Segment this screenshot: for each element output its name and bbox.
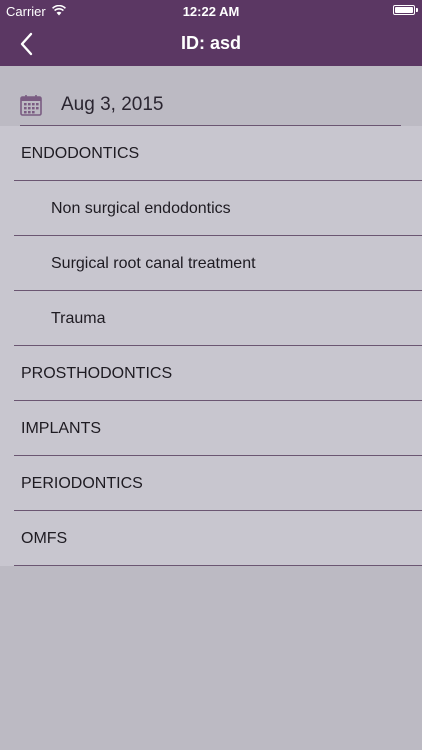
battery-tip bbox=[416, 8, 418, 12]
list-item-endodontics[interactable]: ENDODONTICS bbox=[0, 126, 422, 181]
list-item-label: PERIODONTICS bbox=[21, 475, 143, 492]
list-item-prosthodontics[interactable]: PROSTHODONTICS bbox=[0, 346, 422, 401]
status-time: 12:22 AM bbox=[182, 4, 240, 19]
list-item-label: Non surgical endodontics bbox=[51, 200, 231, 217]
list-item-non-surgical-endodontics[interactable]: Non surgical endodontics bbox=[0, 181, 422, 236]
status-bar: Carrier 12:22 AM bbox=[0, 0, 422, 22]
category-list: ENDODONTICS Non surgical endodontics Sur… bbox=[0, 126, 422, 566]
list-item-label: PROSTHODONTICS bbox=[21, 365, 173, 382]
calendar-icon bbox=[20, 95, 42, 116]
back-button[interactable] bbox=[14, 30, 40, 58]
page-title: ID: asd bbox=[180, 33, 241, 53]
list-item-label: Surgical root canal treatment bbox=[51, 255, 256, 272]
list-item-label: IMPLANTS bbox=[21, 420, 102, 437]
list-item-label: ENDODONTICS bbox=[21, 145, 140, 162]
top-bar: Carrier 12:22 AM ID: asd bbox=[0, 0, 422, 66]
battery-icon bbox=[393, 5, 415, 15]
list-item-trauma[interactable]: Trauma bbox=[0, 291, 422, 346]
date-field[interactable]: Aug 3, 2015 bbox=[0, 66, 422, 126]
list-item-periodontics[interactable]: PERIODONTICS bbox=[0, 456, 422, 511]
list-item-label: OMFS bbox=[21, 530, 68, 547]
list-item-label: Trauma bbox=[51, 310, 106, 327]
row-separator bbox=[14, 565, 422, 566]
list-item-omfs[interactable]: OMFS bbox=[0, 511, 422, 566]
chevron-left-icon bbox=[20, 32, 33, 56]
list-item-implants[interactable]: IMPLANTS bbox=[0, 401, 422, 456]
date-value: Aug 3, 2015 bbox=[61, 94, 164, 115]
battery-level bbox=[395, 7, 413, 13]
navigation-bar: ID: asd bbox=[0, 22, 422, 66]
list-item-surgical-root-canal-treatment[interactable]: Surgical root canal treatment bbox=[0, 236, 422, 291]
